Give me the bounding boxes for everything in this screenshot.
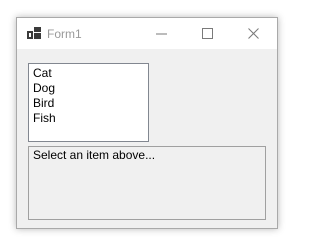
- app-windows-form-icon: [27, 27, 41, 39]
- minimize-icon: [156, 33, 167, 35]
- window-title: Form1: [47, 27, 82, 41]
- maximize-button[interactable]: [185, 18, 231, 49]
- animal-listbox[interactable]: Cat Dog Bird Fish: [28, 63, 149, 142]
- title-bar[interactable]: Form1: [17, 18, 277, 49]
- close-icon: [248, 28, 259, 39]
- minimize-button[interactable]: [139, 18, 185, 49]
- list-item[interactable]: Dog: [33, 81, 148, 96]
- form1-window: Form1 Cat Dog Bird Fish Select an item a…: [16, 17, 278, 229]
- close-button[interactable]: [231, 18, 277, 49]
- maximize-icon: [202, 28, 213, 39]
- list-item[interactable]: Bird: [33, 96, 148, 111]
- list-item[interactable]: Cat: [33, 66, 148, 81]
- list-item[interactable]: Fish: [33, 111, 148, 126]
- output-textbox[interactable]: Select an item above...: [28, 146, 266, 220]
